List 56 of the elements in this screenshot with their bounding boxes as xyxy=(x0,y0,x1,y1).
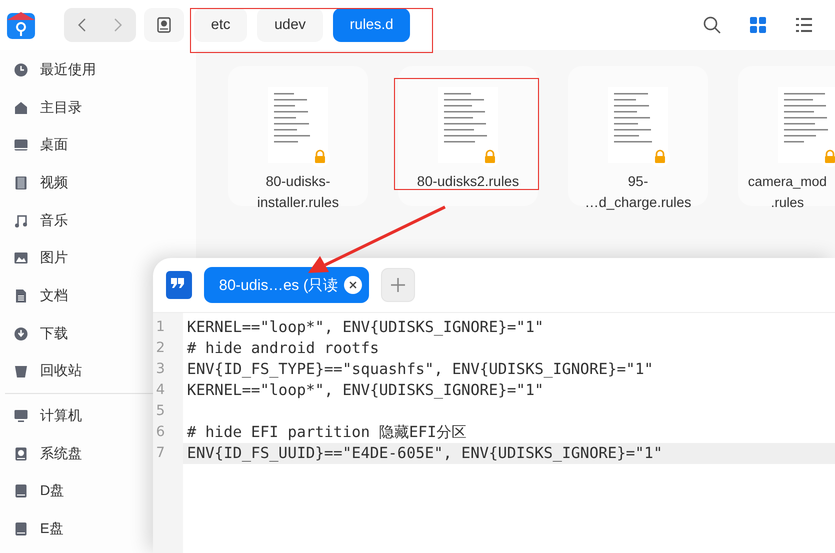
line-number: 2 xyxy=(155,339,166,358)
desktop-icon xyxy=(14,138,28,152)
file-card[interactable]: 80-udisks- installer.rules xyxy=(228,66,368,206)
home-icon xyxy=(14,100,28,115)
close-tab-button[interactable] xyxy=(344,276,362,294)
film-icon xyxy=(14,176,28,190)
code-line: ENV{ID_FS_TYPE}=="squashfs", ENV{UDISKS_IGNORE}="1" xyxy=(186,359,654,380)
new-tab-button[interactable] xyxy=(381,268,416,302)
close-icon xyxy=(349,281,358,289)
sidebar-item[interactable]: D盘 xyxy=(0,472,72,510)
sidebar-item[interactable]: 回收站 xyxy=(0,352,90,390)
code-line: # hide EFI partition 隐藏EFI分区 xyxy=(186,422,468,443)
sidebar-item[interactable]: 主目录 xyxy=(0,88,90,126)
trash-icon xyxy=(14,364,28,378)
code-line: # hide android rootfs xyxy=(186,338,380,359)
tab-title: 80-udis…es (只读 xyxy=(219,276,338,294)
line-number: 1 xyxy=(155,318,166,337)
list-icon xyxy=(796,18,812,32)
line-number: 5 xyxy=(155,402,166,421)
chevron-left-icon xyxy=(78,18,86,32)
grid-icon xyxy=(750,17,766,33)
chevron-right-icon xyxy=(114,18,122,32)
line-number: 7 xyxy=(155,444,166,463)
line-number: 3 xyxy=(155,360,166,379)
file-card[interactable]: camera_mod .rules xyxy=(738,66,835,206)
file-tab[interactable]: 80-udis…es (只读 xyxy=(204,267,370,303)
breadcrumb-button[interactable]: rules.d xyxy=(332,8,410,42)
music-icon xyxy=(14,214,28,228)
sidebar-item[interactable]: 下载 xyxy=(0,314,76,352)
code-line: KERNEL=="loop*", ENV{UDISKS_IGNORE}="1" xyxy=(186,380,545,401)
sidebar-item[interactable]: 计算机 xyxy=(0,397,90,435)
sidebar-item[interactable]: 视频 xyxy=(0,164,76,202)
line-number: 4 xyxy=(155,381,166,400)
clock-icon xyxy=(14,62,28,77)
image-icon xyxy=(14,251,28,266)
disk-button[interactable] xyxy=(144,8,184,42)
text-editor-logo-icon xyxy=(166,271,192,299)
breadcrumb-button[interactable]: etc xyxy=(194,8,248,42)
sidebar-item[interactable]: 文档 xyxy=(0,277,76,315)
line-number: 6 xyxy=(155,423,166,442)
code-line: KERNEL=="loop*", ENV{UDISKS_IGNORE}="1" xyxy=(186,317,545,338)
file-card[interactable]: 80-udisks2.rules xyxy=(398,66,538,206)
monitor-icon xyxy=(14,409,28,424)
download-icon xyxy=(14,326,28,341)
file-name: 80-udisks2.rules xyxy=(417,172,519,191)
file-manager-logo-icon xyxy=(6,10,36,40)
plus-icon xyxy=(391,278,406,292)
sidebar-item[interactable]: 桌面 xyxy=(0,126,76,164)
breadcrumb-button[interactable]: udev xyxy=(257,8,323,42)
sidebar-item[interactable]: 系统盘 xyxy=(0,434,90,473)
sidebar-item[interactable]: 图片 xyxy=(0,239,76,278)
sidebar-item[interactable]: 音乐 xyxy=(0,202,76,240)
sidebar-item[interactable]: 最近使用 xyxy=(0,51,104,89)
sidebar-item[interactable]: E盘 xyxy=(0,510,72,548)
document-icon xyxy=(14,288,28,303)
search-icon xyxy=(703,16,721,34)
